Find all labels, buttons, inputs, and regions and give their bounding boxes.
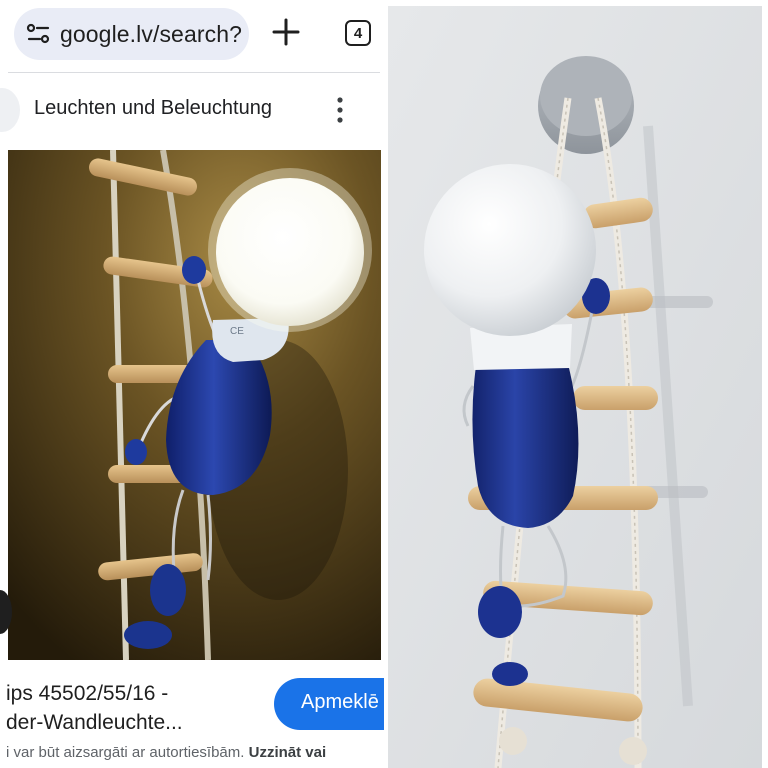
plus-icon[interactable] — [270, 16, 302, 48]
site-info-icon[interactable] — [26, 22, 52, 46]
address-bar[interactable]: google.lv/search? — [14, 8, 249, 60]
tab-count: 4 — [353, 24, 363, 42]
product-caption-line1[interactable]: ips 45502/55/16 - — [6, 682, 168, 706]
svg-text:CE: CE — [230, 326, 244, 337]
lamp-photo-daylight — [388, 6, 762, 768]
visit-button-label: Apmeklē — [301, 691, 379, 713]
lamp-photo-lit[interactable]: CE — [8, 150, 381, 660]
browser-screenshot: google.lv/search? 4 Leuchten und Beleuch… — [0, 0, 384, 768]
visit-button[interactable]: Apmeklē — [274, 678, 384, 730]
product-caption-line2[interactable]: der-Wandleuchte... — [6, 711, 183, 735]
copyright-notice: i var būt aizsargāti ar autortiesībām. U… — [6, 744, 384, 761]
copyright-learn-more-link[interactable]: Uzzināt vai — [249, 744, 327, 761]
copyright-text: i var būt aizsargāti ar autortiesībām. — [6, 744, 245, 761]
url-text[interactable]: google.lv/search? — [60, 21, 242, 48]
result-title[interactable]: Leuchten und Beleuchtung — [34, 97, 272, 120]
tab-switcher-icon[interactable]: 4 — [345, 20, 371, 46]
site-favicon — [0, 88, 20, 132]
more-vert-icon[interactable] — [332, 96, 348, 124]
toolbar-divider — [8, 72, 380, 73]
